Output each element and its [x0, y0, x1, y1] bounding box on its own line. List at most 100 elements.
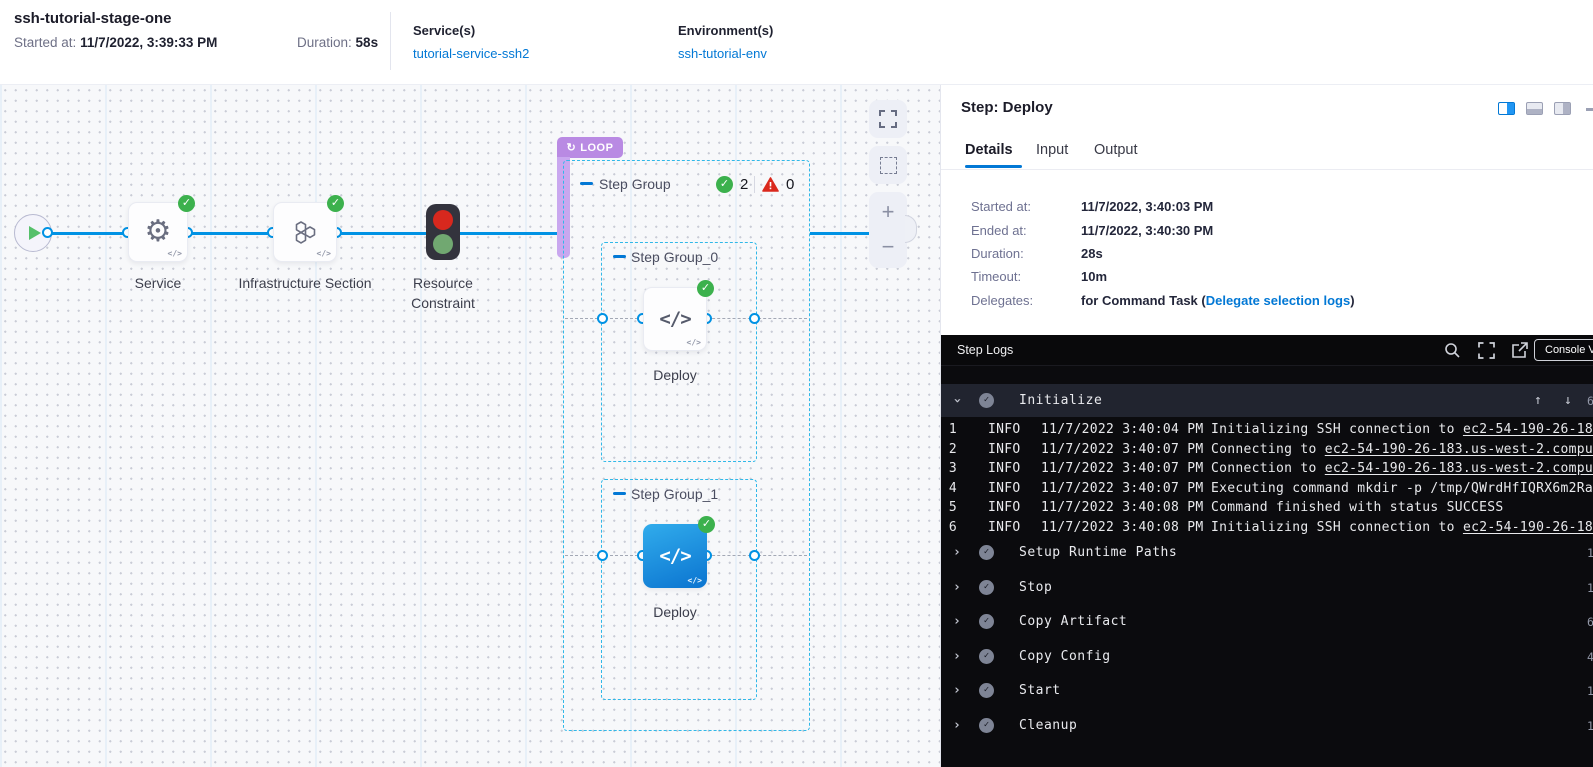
log-line: 3 INFO 11/7/2022 3:40:07 PM Connection t… [941, 461, 1593, 481]
search-icon[interactable] [1444, 342, 1460, 358]
node-service[interactable]: ⚙ ✓ </> [128, 202, 188, 262]
chevron-right-icon: › [953, 580, 961, 595]
open-in-new-icon[interactable] [1512, 342, 1528, 358]
zoom-out-icon[interactable]: − [869, 234, 907, 260]
detail-value: 11/7/2022, 3:40:30 PM [1081, 223, 1213, 238]
tab-input[interactable]: Input [1036, 142, 1068, 158]
delegate-selection-logs-link[interactable]: Delegate selection logs [1206, 293, 1351, 308]
step-group-1-collapse-icon[interactable] [613, 492, 626, 495]
success-check-icon: ✓ [697, 280, 714, 297]
log-section-initialize[interactable]: › ✓ Initialize ↑ ↓ 6 [941, 384, 1593, 417]
badge-divider [754, 176, 755, 193]
step-group-0-container[interactable] [601, 242, 757, 462]
environment-link[interactable]: ssh-tutorial-env [678, 46, 767, 61]
layout-split-view-icon[interactable] [1498, 102, 1515, 115]
success-check-icon: ✓ [178, 195, 195, 212]
section-check-icon: ✓ [979, 545, 994, 560]
host-link[interactable]: ec2-54-190-26-183.us [1463, 520, 1593, 535]
panel-resize-handle[interactable] [905, 215, 917, 243]
play-icon [29, 226, 41, 240]
log-section-copy-artifact[interactable]: › ✓ Copy Artifact 6 [941, 605, 1593, 638]
node-resource-constraint[interactable] [426, 204, 460, 260]
host-link[interactable]: ec2-54-190-26-183.us-west-2.compute.a [1325, 461, 1593, 476]
layout-right-view-icon[interactable] [1554, 102, 1571, 115]
code-corner-icon: </> [687, 338, 701, 347]
service-link[interactable]: tutorial-service-ssh2 [413, 46, 529, 61]
console-view-toggle[interactable]: Console View [1534, 339, 1593, 361]
layout-bottom-view-icon[interactable] [1526, 102, 1543, 115]
step-group-1-label[interactable]: Step Group_1 [631, 486, 718, 502]
node-deploy-1-selected[interactable]: </> ✓ </> [643, 524, 707, 588]
node-deploy-1-label: Deploy [635, 602, 715, 622]
stage-duration: Duration: 58s [297, 35, 378, 50]
active-tab-underline [965, 165, 1022, 168]
log-section-cleanup[interactable]: › ✓ Cleanup 1 [941, 709, 1593, 742]
section-check-icon: ✓ [979, 614, 994, 629]
port [42, 227, 53, 238]
step-group-0-label[interactable]: Step Group_0 [631, 249, 718, 265]
code-icon: </> [659, 545, 690, 567]
host-link[interactable]: ec2-54-190-26-183.us-west-2.compute.a [1325, 442, 1593, 457]
green-light-icon [433, 234, 453, 254]
step-group-label[interactable]: Step Group [599, 176, 671, 192]
detail-label: Timeout: [971, 269, 1021, 284]
tabs-border [941, 169, 1593, 170]
port [597, 313, 608, 324]
minimize-panel-icon[interactable] [1586, 108, 1593, 111]
red-light-icon [433, 210, 453, 230]
step-logs-panel: Step Logs Console View [941, 335, 1593, 767]
node-deploy-0[interactable]: </> ✓ </> [643, 287, 707, 351]
marquee-select-button[interactable] [869, 146, 907, 184]
section-duration: 6 [1587, 394, 1593, 408]
tab-output[interactable]: Output [1094, 142, 1138, 158]
stage-title: ssh-tutorial-stage-one [14, 10, 172, 27]
port [597, 550, 608, 561]
services-label: Service(s) [413, 23, 529, 38]
success-check-icon: ✓ [698, 516, 715, 533]
failed-count: 0 [786, 176, 794, 193]
log-line: 2 INFO 11/7/2022 3:40:07 PM Connecting t… [941, 442, 1593, 462]
code-corner-icon: </> [168, 249, 182, 258]
scroll-down-icon[interactable]: ↓ [1564, 393, 1572, 408]
log-section-start[interactable]: › ✓ Start 1 [941, 674, 1593, 707]
zoom-in-icon[interactable]: + [869, 199, 907, 225]
log-section-setup-runtime-paths[interactable]: › ✓ Setup Runtime Paths 1 [941, 536, 1593, 569]
execution-header: ssh-tutorial-stage-one Started at: 11/7/… [0, 0, 1593, 85]
scroll-up-icon[interactable]: ↑ [1534, 393, 1542, 408]
chevron-right-icon: › [953, 614, 961, 629]
node-infrastructure[interactable]: ✓ </> [273, 202, 337, 262]
log-section-stop[interactable]: › ✓ Stop 1 [941, 571, 1593, 604]
step-group-1-container[interactable] [601, 479, 757, 700]
code-corner-icon: </> [688, 576, 702, 585]
pipeline-graph-canvas[interactable]: ⚙ ✓ </> Service ✓ </> Infrastructure Sec… [0, 85, 940, 767]
gear-icon: ⚙ [145, 217, 172, 247]
node-deploy-0-label: Deploy [635, 365, 715, 385]
expand-icon[interactable] [1478, 342, 1495, 359]
tab-details[interactable]: Details [965, 142, 1013, 158]
started-at: Started at: 11/7/2022, 3:39:33 PM [14, 35, 217, 50]
node-service-label: Service [113, 273, 203, 293]
log-section-name: Initialize [1019, 393, 1102, 408]
fullscreen-button[interactable] [869, 100, 907, 138]
loop-icon: ↻ [567, 141, 577, 154]
edge-service-infra [188, 232, 273, 235]
header-divider [390, 12, 391, 70]
zoom-controls[interactable]: + − [869, 192, 907, 268]
success-check-icon: ✓ [327, 195, 344, 212]
environments-label: Environment(s) [678, 23, 773, 38]
delegates-value: for Command Task (Delegate selection log… [1081, 293, 1355, 308]
detail-label: Delegates: [971, 293, 1033, 308]
port [749, 550, 760, 561]
log-section-copy-config[interactable]: › ✓ Copy Config 4 [941, 640, 1593, 673]
step-group-0-collapse-icon[interactable] [613, 255, 626, 258]
node-infrastructure-label: Infrastructure Section [235, 273, 375, 293]
host-link[interactable]: ec2-54-190-26-183.us [1463, 422, 1593, 437]
section-check-icon: ✓ [979, 580, 994, 595]
log-line: 4 INFO 11/7/2022 3:40:07 PM Executing co… [941, 481, 1593, 501]
step-group-collapse-icon[interactable] [580, 182, 593, 185]
detail-value: 10m [1081, 269, 1107, 284]
step-panel-title: Step: Deploy [961, 99, 1053, 116]
node-resource-label: Resource Constraint [388, 273, 498, 313]
fullscreen-icon [879, 110, 897, 128]
loop-badge: ↻ LOOP [557, 137, 623, 158]
